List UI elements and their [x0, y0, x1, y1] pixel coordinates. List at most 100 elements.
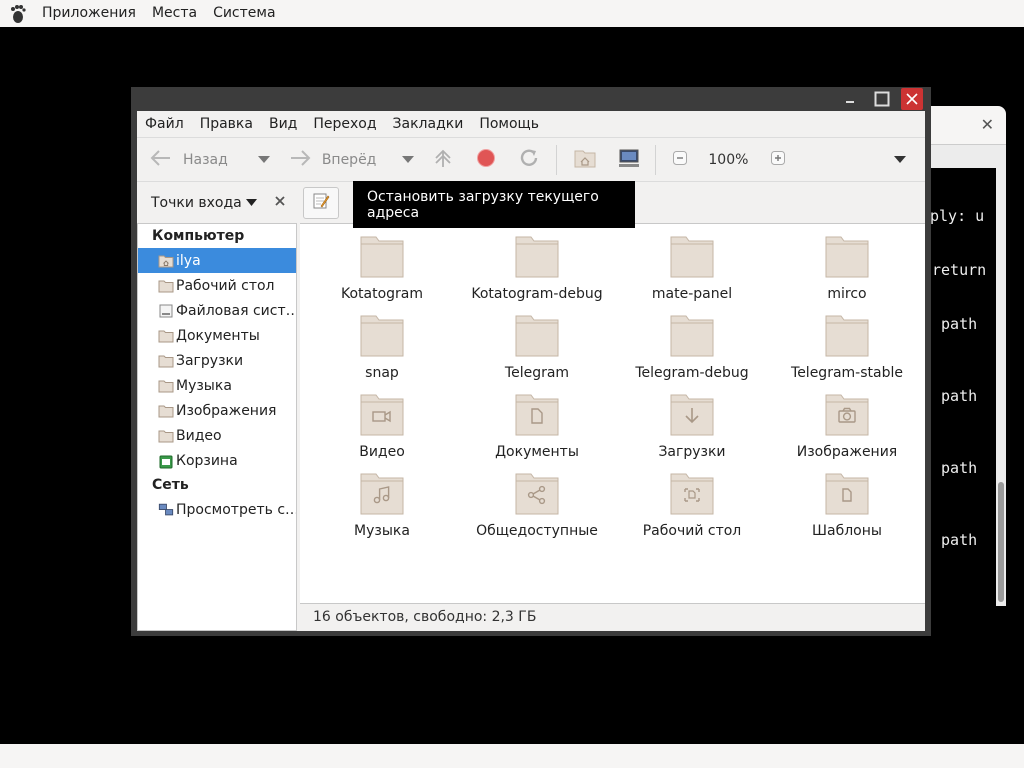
computer-button[interactable] — [617, 138, 641, 182]
zoom-out-icon — [672, 150, 688, 170]
folder-item[interactable]: snap — [307, 313, 457, 389]
folder-name: Kotatogram — [340, 286, 424, 302]
folder-icon — [158, 428, 174, 444]
sidebar-heading-computer: Компьютер — [152, 228, 245, 244]
folder-icon — [670, 234, 714, 282]
terminal-scrollbar[interactable] — [996, 168, 1006, 606]
terminal-line: path — [932, 531, 978, 549]
sidebar-pane-selector[interactable]: Точки входа — [151, 195, 242, 211]
terminal-line: path — [932, 459, 978, 477]
folder-name: Рабочий стол — [642, 523, 742, 539]
folder-item[interactable]: Изображения — [772, 392, 922, 468]
sidebar-item-computer-3[interactable]: Документы — [138, 323, 296, 348]
terminal-line: ply: u — [930, 207, 985, 225]
stop-icon — [476, 148, 496, 172]
sidebar-item-label: Изображения — [176, 402, 277, 419]
folder-video-icon — [360, 392, 404, 440]
folder-item[interactable]: Kotatogram — [307, 234, 457, 310]
filesystem-icon — [158, 303, 174, 319]
folder-desktop-icon — [670, 471, 714, 519]
folder-icon — [670, 313, 714, 361]
folder-item[interactable]: mate-panel — [617, 234, 767, 310]
back-history-dropdown[interactable] — [257, 138, 270, 182]
bottom-panel — [0, 744, 1024, 768]
sidebar-item-label: Видео — [176, 427, 222, 444]
home-button[interactable] — [573, 138, 597, 182]
folder-name: Общедоступные — [476, 523, 598, 539]
scrollbar-thumb[interactable] — [998, 482, 1004, 602]
toolbar-separator — [655, 144, 657, 175]
computer-icon — [617, 147, 641, 173]
folder-icon — [158, 403, 174, 419]
folder-item[interactable]: Шаблоны — [772, 471, 922, 547]
status-bar: 16 объектов, свободно: 2,3 ГБ — [300, 603, 925, 631]
folder-item[interactable]: Kotatogram-debug — [462, 234, 612, 310]
file-icon-view[interactable]: Kotatogram Kotatogram-debug mate-panel mirc… — [300, 223, 925, 603]
close-button[interactable] — [901, 88, 923, 110]
dropdown-arrow-icon[interactable] — [245, 195, 257, 211]
sidebar-item-computer-4[interactable]: Загрузки — [138, 348, 296, 373]
up-button[interactable] — [432, 138, 454, 182]
maximize-button[interactable] — [871, 88, 893, 110]
zoom-out-button[interactable] — [672, 138, 688, 182]
network-icon — [158, 502, 174, 518]
close-sidebar-icon[interactable] — [274, 195, 286, 211]
folder-item[interactable]: Документы — [462, 392, 612, 468]
sidebar-item-computer-8[interactable]: Корзина — [138, 448, 296, 473]
home-folder-icon — [158, 253, 174, 269]
minimize-button[interactable] — [839, 88, 861, 110]
folder-music-icon — [360, 471, 404, 519]
sidebar-item-label: Музыка — [176, 377, 232, 394]
forward-history-dropdown[interactable] — [402, 138, 415, 182]
folder-item[interactable]: Рабочий стол — [617, 471, 767, 547]
folder-name: Документы — [495, 444, 579, 460]
menu-view[interactable]: Вид — [261, 111, 305, 137]
toggle-location-entry-button[interactable] — [303, 187, 339, 219]
reload-icon — [518, 147, 540, 173]
menu-edit[interactable]: Правка — [192, 111, 261, 137]
sidebar-item-computer-6[interactable]: Изображения — [138, 398, 296, 423]
folder-item[interactable]: Видео — [307, 392, 457, 468]
places-menu[interactable]: Места — [144, 0, 205, 27]
gnome-foot-icon[interactable] — [8, 4, 28, 24]
toolbar-overflow-button[interactable] — [894, 138, 907, 182]
sidebar-item-label: Файловая сист… — [176, 302, 296, 319]
folder-item[interactable]: Загрузки — [617, 392, 767, 468]
close-icon[interactable]: ✕ — [981, 115, 994, 134]
home-folder-icon — [573, 147, 597, 173]
menu-file[interactable]: Файл — [137, 111, 192, 137]
applications-menu[interactable]: Приложения — [34, 0, 144, 27]
zoom-in-button[interactable] — [770, 138, 786, 182]
sidebar-item-computer-7[interactable]: Видео — [138, 423, 296, 448]
sidebar-item-computer-5[interactable]: Музыка — [138, 373, 296, 398]
sidebar-item-computer-1[interactable]: Рабочий стол — [138, 273, 296, 298]
folder-item[interactable]: mirco — [772, 234, 922, 310]
back-button[interactable]: Назад — [149, 138, 228, 182]
folder-item[interactable]: Общедоступные — [462, 471, 612, 547]
sidebar-item-network-0[interactable]: Просмотреть с… — [138, 497, 296, 522]
folder-name: Telegram — [504, 365, 570, 381]
folder-name: Загрузки — [658, 444, 726, 460]
menu-bookmarks[interactable]: Закладки — [385, 111, 472, 137]
forward-button[interactable]: Вперёд — [288, 138, 376, 182]
pencil-note-icon — [312, 192, 330, 214]
folder-item[interactable]: Telegram — [462, 313, 612, 389]
reload-button[interactable] — [518, 138, 540, 182]
toolbar-separator — [556, 144, 558, 175]
sidebar-item-label: Рабочий стол — [176, 277, 275, 294]
menu-help[interactable]: Помощь — [471, 111, 547, 137]
sidebar-item-computer-2[interactable]: Файловая сист… — [138, 298, 296, 323]
folder-name: snap — [365, 365, 399, 381]
window-titlebar[interactable] — [131, 87, 931, 111]
system-menu[interactable]: Система — [205, 0, 283, 27]
folder-icon — [825, 234, 869, 282]
folder-item[interactable]: Telegram-debug — [617, 313, 767, 389]
sidebar-item-label: Загрузки — [176, 352, 244, 369]
zoom-level[interactable]: 100% — [708, 138, 748, 182]
stop-button[interactable] — [476, 138, 496, 182]
folder-item[interactable]: Музыка — [307, 471, 457, 547]
folder-camera-icon — [825, 392, 869, 440]
menu-go[interactable]: Переход — [305, 111, 384, 137]
sidebar-item-computer-0[interactable]: ilya — [138, 248, 296, 273]
folder-item[interactable]: Telegram-stable — [772, 313, 922, 389]
